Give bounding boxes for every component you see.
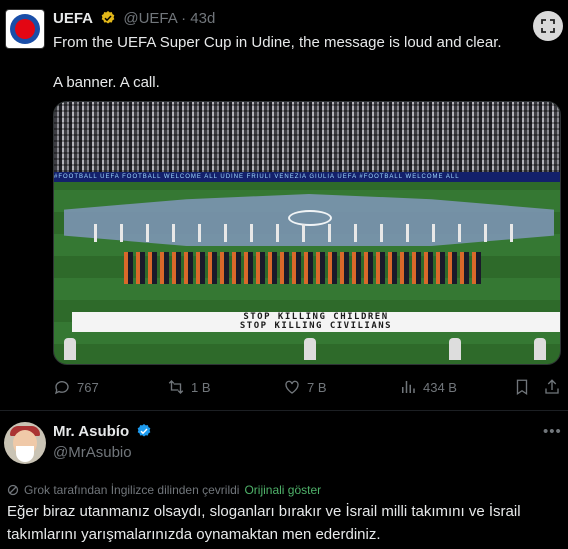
bookmark-icon (516, 379, 528, 396)
flag-bearers (94, 224, 534, 242)
uefa-logo (15, 19, 35, 39)
stadium-stands (54, 102, 560, 172)
views-chart-icon (402, 381, 415, 393)
team-lineup (124, 252, 484, 284)
verified-gold-badge-icon (101, 11, 115, 24)
grok-icon (7, 484, 19, 496)
reply-post: Mr. Asubío @MrAsubio ••• Grok tarafından… (0, 410, 568, 549)
bookmark-button[interactable] (513, 378, 531, 396)
expand-icon (541, 19, 555, 33)
show-original-link[interactable]: Orijinali göster (244, 483, 321, 497)
reply-header: Mr. Asubío (53, 423, 152, 440)
verified-blue-badge-icon (137, 424, 151, 437)
photographer (534, 338, 546, 360)
post-text-line-2: A banner. A call. (53, 74, 160, 91)
post-author-name[interactable]: UEFA (53, 10, 93, 27)
photographer (64, 338, 76, 360)
more-options-button[interactable]: ••• (543, 423, 562, 440)
heart-icon (285, 380, 299, 394)
post-handle[interactable]: @UEFA (123, 10, 177, 27)
pitch-banner: STOP KILLING CHILDREN STOP KILLING CIVIL… (72, 312, 560, 332)
mrasubio-avatar[interactable] (4, 422, 46, 464)
post-age[interactable]: 43d (190, 10, 215, 27)
photographer (449, 338, 461, 360)
reply-count: 767 (77, 379, 99, 395)
banner-line-2: STOP KILLING CIVILIANS (239, 321, 393, 331)
reply-author-name[interactable]: Mr. Asubío (53, 423, 129, 440)
post-actions: 767 1 B 7 B 434 B (53, 378, 563, 398)
translation-notice-text: Grok tarafından İngilizce dilinden çevri… (24, 483, 240, 497)
views-button[interactable]: 434 B (399, 378, 457, 396)
reply-handle[interactable]: @MrAsubio (53, 444, 132, 461)
reply-icon (54, 381, 69, 395)
repost-count: 1 B (191, 379, 211, 395)
translation-notice: Grok tarafından İngilizce dilinden çevri… (7, 483, 321, 497)
reply-button[interactable]: 767 (53, 378, 99, 396)
post-photo[interactable]: #FOOTBALL UEFA FOOTBALL WELCOME ALL UDIN… (53, 101, 561, 365)
uefa-post: UEFA @UEFA · 43d From the UEFA Super Cup… (0, 0, 568, 410)
views-count: 434 B (423, 379, 457, 395)
meta-separator: · (181, 10, 187, 27)
repost-button[interactable]: 1 B (167, 378, 211, 396)
like-button[interactable]: 7 B (283, 378, 327, 396)
uefa-avatar[interactable] (5, 9, 45, 49)
photographer (304, 338, 316, 360)
like-count: 7 B (307, 379, 327, 395)
advertising-board: #FOOTBALL UEFA FOOTBALL WELCOME ALL UDIN… (54, 172, 560, 182)
post-text-line-1: From the UEFA Super Cup in Udine, the me… (53, 34, 502, 51)
post-header: UEFA @UEFA · 43d (53, 10, 215, 27)
share-button[interactable] (543, 378, 561, 396)
share-icon (545, 379, 559, 394)
reply-text: Eğer biraz utanmanız olsaydı, sloganları… (7, 503, 521, 543)
repost-icon (168, 380, 184, 394)
